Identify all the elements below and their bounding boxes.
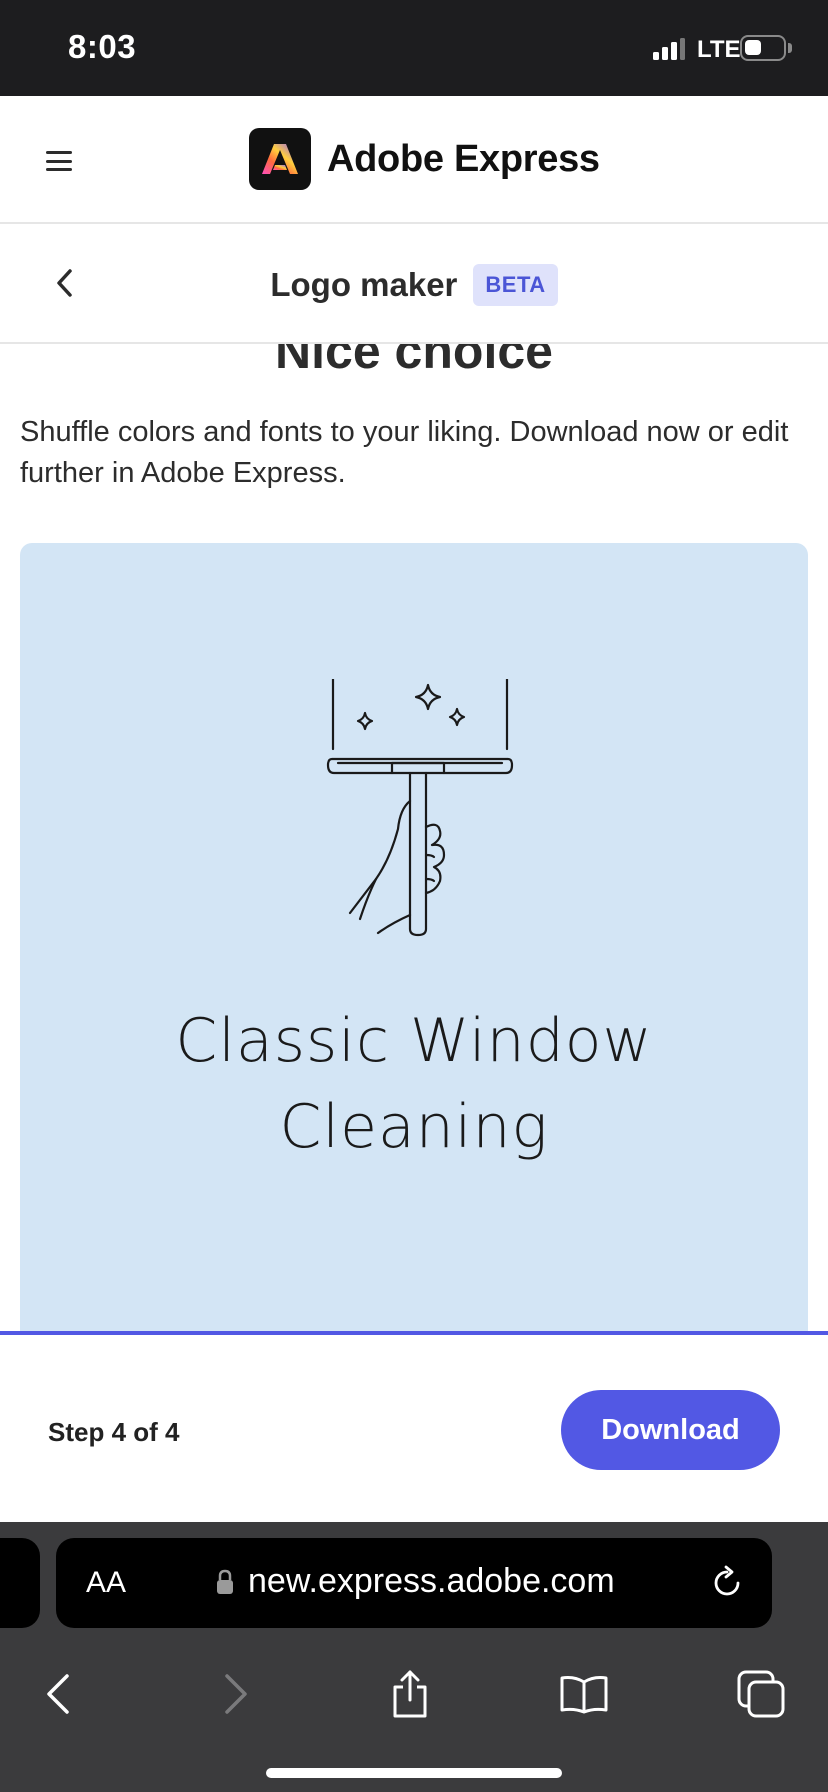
brand[interactable]: Adobe Express	[249, 128, 600, 190]
step-footer: Step 4 of 4 Download	[0, 1335, 828, 1522]
adobe-express-logo-icon	[249, 128, 311, 190]
section-description: Shuffle colors and fonts to your liking.…	[20, 416, 789, 489]
logo-title-line1: Classic Window	[175, 1006, 653, 1076]
main-content: Nice choice Shuffle colors and fonts to …	[0, 344, 828, 1332]
browser-toolbar	[0, 1644, 828, 1744]
logo-title-line2: Cleaning	[279, 1092, 549, 1162]
page-title: Logo maker	[270, 266, 458, 303]
tabs-icon[interactable]	[733, 1666, 789, 1722]
lock-icon	[217, 1569, 233, 1594]
status-bar: 8:03 LTE	[0, 0, 828, 96]
logo-title: Classic Window Cleaning	[20, 998, 808, 1170]
forward-icon	[208, 1666, 264, 1722]
logo-preview-card[interactable]: Classic Window Cleaning	[20, 543, 808, 1332]
network-type: LTE	[697, 36, 741, 63]
browser-chrome: AA new.express.adobe.com	[0, 1522, 828, 1792]
reload-icon[interactable]	[708, 1564, 746, 1602]
bookmarks-icon[interactable]	[556, 1666, 612, 1722]
url-text: new.express.adobe.com	[248, 1562, 615, 1600]
share-icon[interactable]	[382, 1666, 438, 1722]
back-icon[interactable]	[30, 1666, 86, 1722]
brand-name: Adobe Express	[327, 137, 600, 180]
signal-icon	[653, 38, 685, 60]
app-header: Adobe Express	[0, 96, 828, 224]
section-heading: Nice choice	[275, 344, 553, 379]
address-bar[interactable]: AA new.express.adobe.com	[56, 1538, 772, 1628]
download-button[interactable]: Download	[561, 1390, 780, 1470]
text-size-label: AA	[86, 1566, 127, 1599]
window-squeegee-icon	[326, 679, 514, 937]
home-indicator	[266, 1768, 562, 1778]
menu-icon[interactable]	[46, 151, 72, 171]
text-size-button[interactable]: AA	[86, 1566, 126, 1600]
sub-header: Logo maker BETA	[0, 224, 828, 344]
previous-tab-peek[interactable]	[0, 1538, 40, 1628]
step-indicator: Step 4 of 4	[48, 1417, 180, 1447]
status-time: 8:03	[68, 28, 137, 65]
battery-tip	[788, 43, 792, 53]
beta-badge: BETA	[473, 264, 558, 306]
battery-icon	[740, 35, 786, 61]
